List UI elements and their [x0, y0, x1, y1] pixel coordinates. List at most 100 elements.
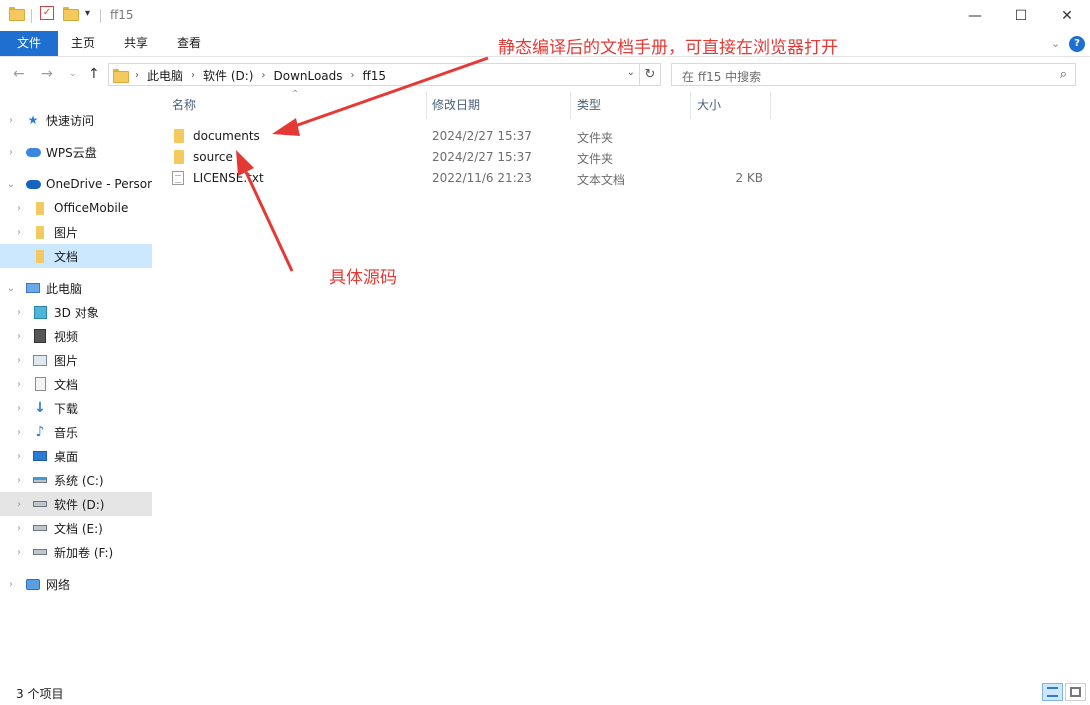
- expand-ribbon-icon[interactable]: ⌄: [1051, 37, 1060, 50]
- file-type: 文件夹: [577, 131, 614, 145]
- breadcrumb-this-pc[interactable]: 此电脑: [147, 67, 183, 84]
- properties-icon[interactable]: ✓: [40, 6, 54, 20]
- download-icon: ↓: [34, 400, 46, 416]
- file-name: source: [193, 150, 233, 164]
- chevron-down-icon[interactable]: ⌄: [627, 67, 635, 78]
- chevron-right-icon[interactable]: ›: [14, 451, 24, 462]
- divider: [31, 9, 32, 23]
- chevron-right-icon[interactable]: ›: [14, 227, 24, 238]
- chevron-down-icon[interactable]: ⌄: [6, 179, 16, 190]
- sidebar-item-wps-cloud[interactable]: › WPS云盘: [0, 140, 152, 164]
- chevron-right-icon[interactable]: ›: [14, 307, 24, 318]
- sidebar-item-videos[interactable]: › 视频: [0, 324, 152, 348]
- column-divider[interactable]: [426, 92, 427, 119]
- chevron-right-icon[interactable]: ›: [14, 331, 24, 342]
- new-folder-icon[interactable]: [63, 7, 79, 21]
- column-divider[interactable]: [570, 92, 571, 119]
- column-header-name[interactable]: 名称: [172, 92, 196, 119]
- help-icon[interactable]: ?: [1069, 36, 1085, 52]
- refresh-icon: ↻: [644, 67, 656, 82]
- chevron-right-icon[interactable]: ›: [14, 379, 24, 390]
- sidebar-item-drive-e[interactable]: › 文档 (E:): [0, 516, 152, 540]
- details-view-button[interactable]: [1042, 683, 1063, 701]
- desktop-icon: [32, 449, 48, 463]
- navigation-pane: › ★ 快速访问 › WPS云盘 ⌄ OneDrive - Personal ›…: [0, 92, 152, 677]
- tab-share[interactable]: 共享: [110, 31, 162, 56]
- search-icon: ⌕: [1059, 67, 1067, 82]
- maximize-button[interactable]: ☐: [998, 0, 1044, 31]
- sidebar-item-officemobile[interactable]: › OfficeMobile: [0, 196, 152, 220]
- sidebar-item-onedrive-documents[interactable]: 文档: [0, 244, 152, 268]
- recent-locations-icon[interactable]: ⌄: [69, 69, 77, 79]
- item-count: 3 个项目: [16, 687, 64, 701]
- large-icons-view-icon: [1070, 687, 1081, 697]
- chevron-right-icon[interactable]: ›: [6, 115, 16, 126]
- cube-icon: [32, 305, 48, 319]
- sidebar-item-drive-c[interactable]: › 系统 (C:): [0, 468, 152, 492]
- refresh-button[interactable]: ↻: [640, 63, 661, 86]
- chevron-right-icon: ›: [135, 70, 139, 81]
- status-bar: 3 个项目: [0, 677, 1090, 705]
- breadcrumb-downloads[interactable]: DownLoads: [273, 69, 342, 83]
- folder-icon: [174, 150, 184, 167]
- column-divider[interactable]: [690, 92, 691, 119]
- address-bar[interactable]: › 此电脑 › 软件 (D:) › DownLoads › ff15 ⌄: [108, 63, 640, 86]
- chevron-right-icon[interactable]: ›: [6, 579, 16, 590]
- file-list: ⌃ 名称 修改日期 类型 大小 documents 2024/2/27 15:3…: [152, 89, 1090, 677]
- minimize-button[interactable]: —: [952, 0, 998, 31]
- sidebar-item-network[interactable]: › 网络: [0, 572, 152, 596]
- sidebar-item-onedrive[interactable]: ⌄ OneDrive - Personal: [0, 172, 152, 196]
- column-header-modified[interactable]: 修改日期: [432, 92, 480, 119]
- file-modified: 2024/2/27 15:37: [432, 129, 532, 143]
- chevron-right-icon[interactable]: ›: [14, 475, 24, 486]
- chevron-right-icon[interactable]: ›: [14, 203, 24, 214]
- sidebar-item-onedrive-pictures[interactable]: › 图片: [0, 220, 152, 244]
- star-icon: ★: [27, 113, 39, 127]
- computer-icon: [25, 281, 41, 295]
- column-header-type[interactable]: 类型: [577, 92, 601, 119]
- sidebar-item-pictures[interactable]: › 图片: [0, 348, 152, 372]
- file-name: documents: [193, 129, 260, 143]
- file-row-source[interactable]: source 2024/2/27 15:37 文件夹: [166, 147, 776, 168]
- chevron-right-icon[interactable]: ›: [14, 403, 24, 414]
- chevron-right-icon[interactable]: ›: [14, 523, 24, 534]
- close-button[interactable]: ✕: [1044, 0, 1090, 31]
- chevron-right-icon[interactable]: ›: [14, 499, 24, 510]
- video-icon: [32, 329, 48, 343]
- file-row-license[interactable]: LICENSE.txt 2022/11/6 21:23 文本文档 2 KB: [166, 168, 776, 189]
- sidebar-item-drive-f[interactable]: › 新加卷 (F:): [0, 540, 152, 564]
- chevron-right-icon[interactable]: ›: [14, 427, 24, 438]
- sidebar-item-quick-access[interactable]: › ★ 快速访问: [0, 108, 152, 132]
- search-input[interactable]: 在 ff15 中搜索 ⌕: [671, 63, 1076, 86]
- sidebar-item-this-pc[interactable]: ⌄ 此电脑: [0, 276, 152, 300]
- chevron-right-icon[interactable]: ›: [14, 547, 24, 558]
- chevron-down-icon[interactable]: ⌄: [6, 283, 16, 294]
- sidebar-item-documents[interactable]: › 文档: [0, 372, 152, 396]
- column-divider[interactable]: [770, 92, 771, 119]
- large-icons-view-button[interactable]: [1065, 683, 1086, 701]
- chevron-right-icon[interactable]: ›: [6, 147, 16, 158]
- tab-home[interactable]: 主页: [58, 31, 108, 56]
- file-row-documents[interactable]: documents 2024/2/27 15:37 文件夹: [166, 126, 776, 147]
- folder-icon: [9, 7, 25, 21]
- sidebar-item-music[interactable]: › ♪ 音乐: [0, 420, 152, 444]
- chevron-right-icon[interactable]: ›: [14, 355, 24, 366]
- back-icon[interactable]: ←: [13, 66, 25, 82]
- tab-view[interactable]: 查看: [164, 31, 214, 56]
- folder-icon: [113, 69, 129, 84]
- forward-icon[interactable]: →: [41, 66, 53, 82]
- column-header-size[interactable]: 大小: [697, 92, 721, 119]
- file-name: LICENSE.txt: [193, 171, 264, 185]
- sidebar-item-desktop[interactable]: › 桌面: [0, 444, 152, 468]
- drive-icon: [32, 497, 48, 511]
- sidebar-item-downloads[interactable]: › ↓ 下载: [0, 396, 152, 420]
- sidebar-item-3d-objects[interactable]: › 3D 对象: [0, 300, 152, 324]
- file-type: 文本文档: [577, 173, 626, 187]
- up-icon[interactable]: ↑: [88, 66, 100, 82]
- breadcrumb-ff15[interactable]: ff15: [363, 69, 387, 83]
- breadcrumb-drive-d[interactable]: 软件 (D:): [203, 67, 253, 84]
- customize-toolbar-icon[interactable]: ▾: [85, 8, 90, 19]
- sidebar-item-drive-d[interactable]: › 软件 (D:): [0, 492, 152, 516]
- tab-file[interactable]: 文件: [0, 31, 58, 56]
- sort-ascending-icon: ⌃: [291, 89, 300, 100]
